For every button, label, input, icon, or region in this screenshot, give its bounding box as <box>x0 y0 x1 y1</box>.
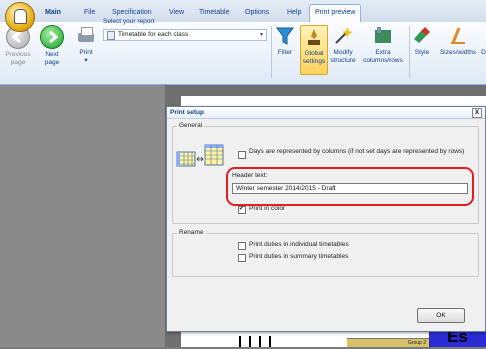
days-by-columns-checkbox[interactable] <box>238 151 246 159</box>
print-in-color-checkbox[interactable] <box>238 205 246 214</box>
extra-columns-label-2: columns/rows <box>363 57 403 64</box>
group-cell: Group 2 <box>347 338 429 347</box>
chevron-down-icon: ▾ <box>259 32 263 38</box>
truncated-label: D <box>481 49 486 56</box>
chevron-down-icon: ▾ <box>84 57 88 64</box>
ribbon-separator <box>271 26 272 78</box>
global-settings-button[interactable]: Global settings <box>300 25 328 75</box>
ribbon-tab-bar: Main File Specification View Timetable O… <box>0 0 486 32</box>
printer-icon <box>75 25 97 47</box>
dialog-title: Print setup <box>170 109 204 116</box>
previous-page-label-2: page <box>10 59 26 66</box>
tab-file[interactable]: File <box>79 6 100 20</box>
ribbon: Previous page Next page Print ▾ Select y… <box>0 18 486 85</box>
close-button[interactable]: X <box>472 108 482 118</box>
tab-timetable[interactable]: Timetable <box>194 6 234 20</box>
filter-icon <box>274 25 296 47</box>
sizes-widths-label: Sizes/widths <box>439 49 477 56</box>
modify-structure-label-2: structure <box>330 57 356 64</box>
ribbon-separator <box>409 26 410 78</box>
app-logo-icon <box>14 9 27 24</box>
report-select[interactable]: Timetable for each class ▾ <box>103 29 267 41</box>
left-panel <box>0 85 165 347</box>
magic-wand-icon <box>332 25 354 47</box>
tab-view[interactable]: View <box>164 6 189 20</box>
days-orientation-icon <box>176 142 224 174</box>
filter-label: Filter <box>277 49 293 56</box>
extra-columns-rows-button[interactable]: Extra columns/rows <box>361 25 405 65</box>
next-page-button[interactable]: Next page <box>40 25 64 67</box>
select-report-label: Select your report <box>103 18 155 25</box>
print-duties-summary-label: Print duties in summary timetables <box>249 253 349 260</box>
print-duties-summary-checkbox[interactable] <box>238 254 246 262</box>
table-icon <box>372 25 394 47</box>
settings-icon <box>303 26 325 48</box>
print-label: Print <box>79 49 93 56</box>
rename-group-label: Rename <box>177 229 206 236</box>
modify-structure-button[interactable]: Modify structure <box>329 25 357 65</box>
print-duties-individual-checkbox[interactable] <box>238 242 246 250</box>
tab-help[interactable]: Help <box>282 6 306 20</box>
dialog-titlebar: Print setup X <box>167 107 485 119</box>
ruler-icon <box>447 25 469 47</box>
print-in-color-label: Print in color <box>249 205 286 212</box>
document-icon <box>107 31 115 40</box>
global-settings-label: Global <box>304 50 324 57</box>
ok-button[interactable]: OK <box>417 308 465 323</box>
filter-button[interactable]: Filter <box>274 25 296 57</box>
tab-options[interactable]: Options <box>240 6 274 20</box>
paintbrush-icon <box>411 25 433 47</box>
modify-structure-label: Modify <box>333 49 353 56</box>
global-settings-label-2: settings <box>302 58 326 65</box>
style-label: Style <box>414 49 430 56</box>
app-menu-button[interactable] <box>5 2 35 32</box>
previous-page-label: Previous <box>5 51 31 58</box>
print-duties-individual-label: Print duties in individual timetables <box>249 241 349 248</box>
next-page-label-2: page <box>44 59 60 66</box>
timetable-grid-lines <box>235 336 275 347</box>
extra-columns-label: Extra <box>375 49 391 56</box>
tab-main[interactable]: Main <box>40 6 66 20</box>
style-button[interactable]: Style <box>411 25 433 57</box>
arrow-right-icon <box>40 25 64 49</box>
days-by-columns-label: Days are represented by columns (if not … <box>249 148 465 155</box>
print-button[interactable]: Print ▾ <box>74 25 98 65</box>
annotation-highlight <box>226 167 474 206</box>
report-select-value: Timetable for each class <box>118 31 189 38</box>
next-page-label: Next <box>45 51 59 58</box>
sizes-widths-button[interactable]: Sizes/widths <box>436 25 480 57</box>
general-group-label: General <box>177 122 205 129</box>
tab-print-preview[interactable]: Print preview <box>309 4 362 23</box>
